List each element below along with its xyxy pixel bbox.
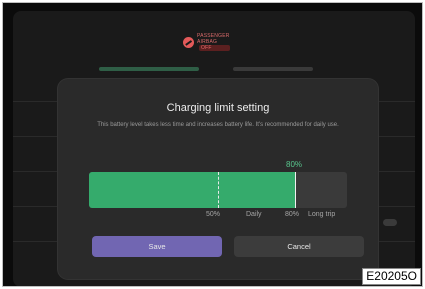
airbag-off-badge: OFF: [199, 45, 230, 51]
airbag-off-icon: [183, 36, 194, 48]
infotainment-screen: PASSENGER AIRBAG OFF Charging limit setti…: [13, 11, 415, 286]
slider-labels: 50% Daily 80% Long trip: [89, 211, 347, 223]
slider-fill: [89, 172, 296, 208]
save-button[interactable]: Save: [92, 236, 222, 257]
background-tab: [233, 67, 313, 71]
label-daily: Daily: [246, 211, 262, 218]
background-tab-active: [99, 67, 199, 71]
charging-limit-value: 80%: [286, 160, 303, 169]
charging-limit-dialog: Charging limit setting This battery leve…: [58, 79, 378, 279]
label-50-percent: 50%: [206, 211, 221, 218]
marker-50: [218, 172, 219, 208]
slider-handle[interactable]: [295, 172, 297, 208]
dialog-title: Charging limit setting: [166, 102, 270, 114]
background-toggle: [383, 219, 397, 226]
passenger-airbag-indicator: PASSENGER AIRBAG OFF: [183, 33, 249, 51]
charging-limit-slider[interactable]: [89, 172, 347, 208]
label-long-trip: Long trip: [308, 211, 336, 218]
cancel-button[interactable]: Cancel: [234, 236, 364, 257]
dialog-description: This battery level takes less time and i…: [97, 122, 339, 128]
figure-reference-code: E20205O: [362, 268, 421, 285]
screenshot-frame: PASSENGER AIRBAG OFF Charging limit setti…: [2, 2, 423, 287]
label-80-percent: 80%: [285, 211, 300, 218]
